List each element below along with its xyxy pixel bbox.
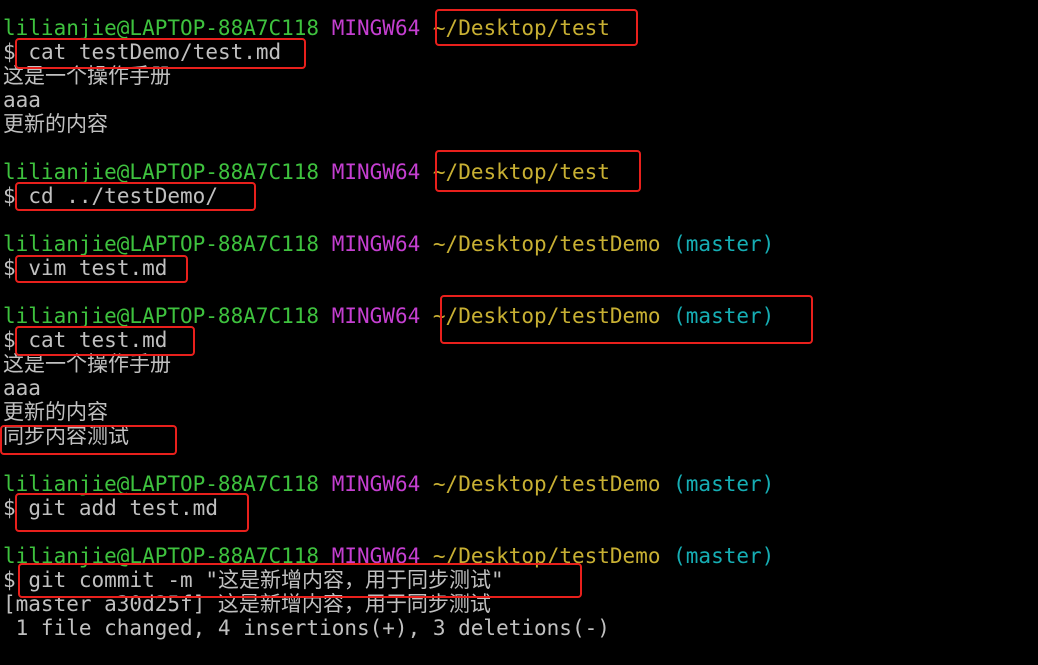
prompt-user-host: lilianjie@LAPTOP-88A7C118 (3, 472, 320, 496)
prompt-dollar: $ (3, 40, 16, 64)
command-line[interactable]: $ cat test.md (3, 328, 167, 352)
prompt-dollar: $ (3, 568, 16, 592)
output-line: 这是一个操作手册 (3, 64, 171, 88)
command-line[interactable]: $ git commit -m "这是新增内容，用于同步测试" (3, 568, 504, 592)
prompt-branch: (master) (673, 304, 775, 328)
prompt-line: lilianjie@LAPTOP-88A7C118 MINGW64 ~/Desk… (3, 16, 610, 40)
command-text: vim test.md (28, 256, 168, 280)
prompt-dollar: $ (3, 184, 16, 208)
prompt-branch: (master) (673, 472, 775, 496)
prompt-line: lilianjie@LAPTOP-88A7C118 MINGW64 ~/Desk… (3, 472, 774, 496)
output-line: [master a30d25f] 这是新增内容，用于同步测试 (3, 592, 491, 616)
command-text: git commit -m "这是新增内容，用于同步测试" (28, 568, 504, 592)
output-line: 同步内容测试 (3, 424, 129, 448)
output-line: 这是一个操作手册 (3, 352, 171, 376)
prompt-dollar: $ (3, 256, 16, 280)
prompt-path: ~/Desktop/testDemo (432, 472, 661, 496)
prompt-user-host: lilianjie@LAPTOP-88A7C118 (3, 160, 320, 184)
prompt-branch: (master) (673, 232, 775, 256)
output-line: aaa (3, 376, 41, 400)
prompt-line: lilianjie@LAPTOP-88A7C118 MINGW64 ~/Desk… (3, 160, 610, 184)
prompt-branch: (master) (673, 544, 775, 568)
prompt-user-host: lilianjie@LAPTOP-88A7C118 (3, 16, 320, 40)
prompt-line: lilianjie@LAPTOP-88A7C118 MINGW64 ~/Desk… (3, 304, 774, 328)
prompt-dollar: $ (3, 328, 16, 352)
command-text: cat test.md (28, 328, 168, 352)
prompt-msystem: MINGW64 (331, 544, 421, 568)
prompt-user-host: lilianjie@LAPTOP-88A7C118 (3, 232, 320, 256)
command-line[interactable]: $ cd ../testDemo/ (3, 184, 218, 208)
prompt-msystem: MINGW64 (331, 304, 421, 328)
command-line[interactable]: $ vim test.md (3, 256, 167, 280)
prompt-user-host: lilianjie@LAPTOP-88A7C118 (3, 544, 320, 568)
command-line[interactable]: $ cat testDemo/test.md (3, 40, 281, 64)
output-line: 更新的内容 (3, 112, 108, 136)
prompt-user-host: lilianjie@LAPTOP-88A7C118 (3, 304, 320, 328)
output-line: 1 file changed, 4 insertions(+), 3 delet… (3, 616, 610, 640)
prompt-line: lilianjie@LAPTOP-88A7C118 MINGW64 ~/Desk… (3, 232, 774, 256)
output-line: aaa (3, 88, 41, 112)
prompt-msystem: MINGW64 (331, 160, 421, 184)
output-line: 更新的内容 (3, 400, 108, 424)
prompt-dollar: $ (3, 496, 16, 520)
terminal-window[interactable]: lilianjie@LAPTOP-88A7C118 MINGW64 ~/Desk… (0, 0, 1038, 665)
command-text: cat testDemo/test.md (28, 40, 282, 64)
prompt-path: ~/Desktop/test (432, 16, 610, 40)
prompt-msystem: MINGW64 (331, 232, 421, 256)
prompt-msystem: MINGW64 (331, 16, 421, 40)
command-text: git add test.md (28, 496, 218, 520)
prompt-path: ~/Desktop/testDemo (432, 304, 661, 328)
prompt-path: ~/Desktop/test (432, 160, 610, 184)
prompt-line: lilianjie@LAPTOP-88A7C118 MINGW64 ~/Desk… (3, 544, 774, 568)
command-text: cd ../testDemo/ (28, 184, 218, 208)
prompt-msystem: MINGW64 (331, 472, 421, 496)
prompt-path: ~/Desktop/testDemo (432, 544, 661, 568)
prompt-path: ~/Desktop/testDemo (432, 232, 661, 256)
command-line[interactable]: $ git add test.md (3, 496, 218, 520)
